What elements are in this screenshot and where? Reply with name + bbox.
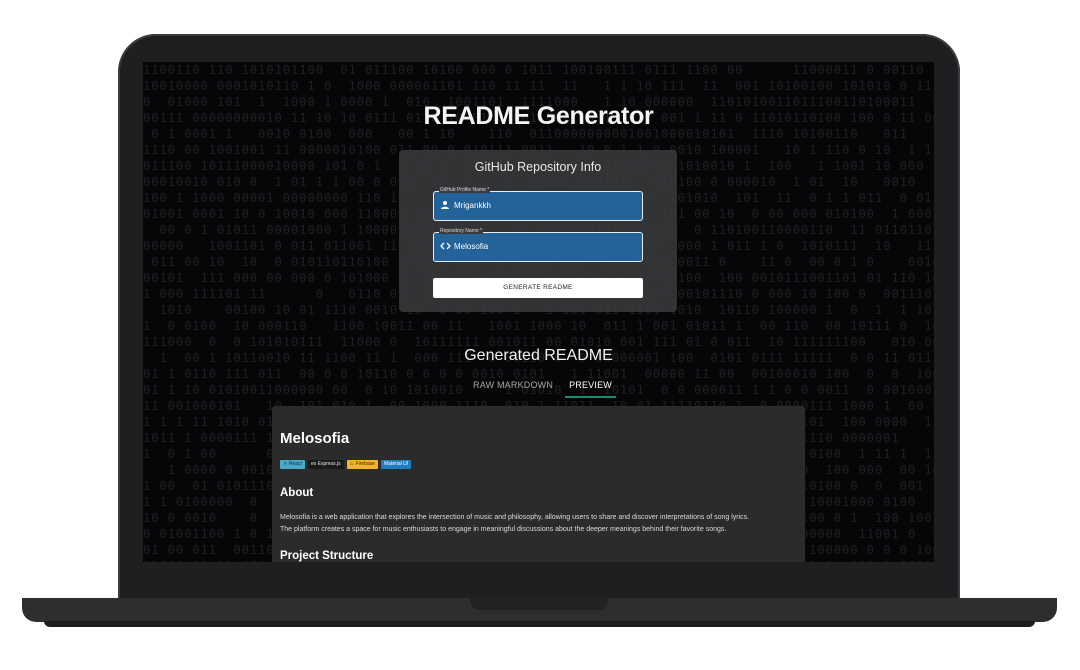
badge-material-ui: Material UI (381, 460, 412, 469)
tab-preview[interactable]: PREVIEW (565, 378, 616, 398)
badge-firebase: ♨ Firebase (346, 460, 378, 469)
readme-preview-panel: Melosofia ⚛ React ex Express.js ♨ Fireba… (272, 406, 805, 562)
tech-badges: ⚛ React ex Express.js ♨ Firebase Materia… (280, 460, 412, 469)
binary-row: 1100110 110 1010101100 01 011100 10100 0… (143, 63, 934, 77)
about-line-1: Melosofia is a web application that expl… (280, 514, 750, 521)
about-line-2: The platform creates a space for music e… (280, 526, 727, 533)
github-profile-label: GitHub Profile Name * (439, 187, 491, 193)
about-text: Melosofia is a web application that expl… (280, 512, 800, 536)
person-icon (439, 200, 451, 212)
page-title: README Generator (423, 102, 654, 130)
github-profile-input[interactable]: Mrigankkh (454, 200, 491, 212)
repository-name-field[interactable]: Repository Name * Melosofia (433, 228, 643, 262)
binary-row: 10010000 0001010110 1 0 1000 000001101 1… (143, 79, 933, 93)
app-screen: 1100110 110 1010101100 01 011100 10100 0… (143, 62, 934, 562)
tab-raw-markdown[interactable]: RAW MARKDOWN (469, 378, 557, 398)
generated-readme-title: Generated README (464, 347, 613, 364)
binary-row: 1 0 0100 10 000110 1100 10011 00 11 1001… (143, 319, 934, 333)
repository-name-label: Repository Name * (439, 228, 483, 234)
badge-react: ⚛ React (280, 460, 305, 469)
generate-readme-button[interactable]: GENERATE README (433, 278, 643, 298)
laptop-base-foot (44, 621, 1035, 627)
repository-name-input[interactable]: Melosofia (454, 241, 488, 253)
project-name-heading: Melosofia (280, 430, 350, 447)
project-structure-heading: Project Structure (280, 550, 374, 562)
github-profile-field[interactable]: GitHub Profile Name * Mrigankkh (433, 187, 643, 221)
card-title: GitHub Repository Info (474, 160, 602, 174)
output-tabs: RAW MARKDOWN PREVIEW (469, 378, 616, 398)
laptop-notch (470, 598, 608, 610)
code-icon (439, 241, 451, 253)
about-heading: About (280, 487, 314, 499)
badge-express: ex Express.js (307, 460, 344, 469)
repository-info-card: GitHub Repository Info GitHub Profile Na… (399, 150, 677, 312)
